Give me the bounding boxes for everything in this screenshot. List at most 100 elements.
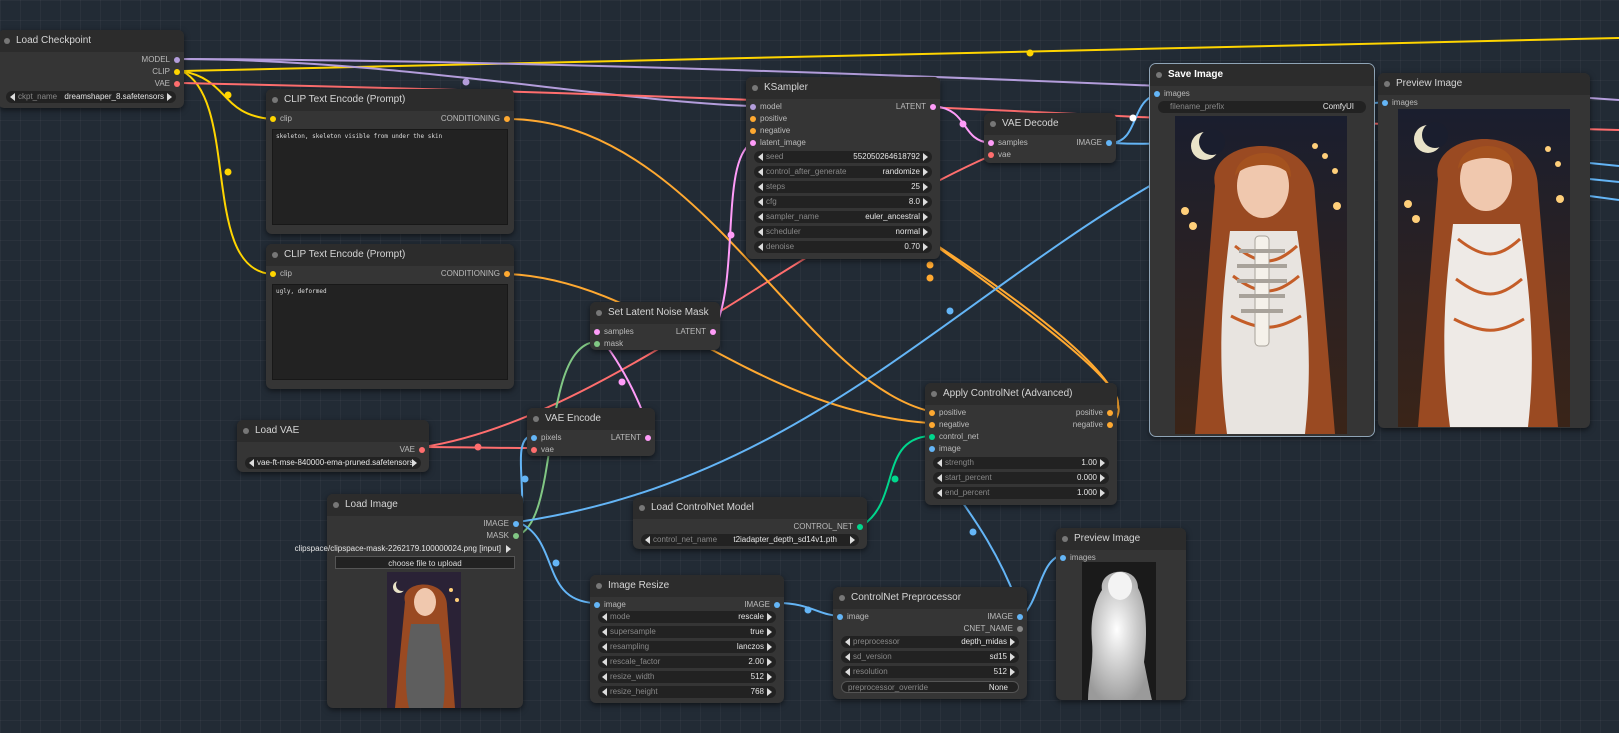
preview-image-display[interactable]	[1398, 109, 1570, 427]
widget-control-net-name[interactable]: control_net_name t2iadapter_depth_sd14v1.…	[641, 534, 859, 546]
slot-dot-icon[interactable]	[929, 434, 935, 440]
slot-dot-icon[interactable]	[750, 128, 756, 134]
widget-resampling[interactable]: resampling lanczos	[598, 641, 776, 653]
node-title[interactable]: Image Resize	[590, 575, 784, 597]
input-samples[interactable]: samples	[988, 137, 1028, 149]
arrow-left-icon[interactable]	[645, 536, 650, 544]
node-preview-image-depth[interactable]: Preview Image images	[1056, 528, 1186, 700]
node-title[interactable]: CLIP Text Encode (Prompt)	[266, 244, 514, 266]
slot-dot-icon[interactable]	[929, 446, 935, 452]
arrow-right-icon[interactable]	[506, 545, 511, 553]
arrow-left-icon[interactable]	[602, 673, 607, 681]
slot-dot-icon[interactable]	[988, 152, 994, 158]
input-image[interactable]: image	[837, 611, 869, 623]
widget-control-after-generate[interactable]: control_after_generate randomize	[754, 166, 932, 178]
collapse-dot-icon[interactable]	[596, 310, 602, 316]
input-negative[interactable]: negative	[929, 419, 969, 431]
input-image[interactable]: image	[929, 443, 961, 455]
slot-dot-icon[interactable]	[174, 69, 180, 75]
collapse-dot-icon[interactable]	[839, 595, 845, 601]
input-image[interactable]: image	[594, 599, 626, 611]
node-title[interactable]: VAE Decode	[984, 113, 1116, 135]
slot-dot-icon[interactable]	[774, 602, 780, 608]
arrow-right-icon[interactable]	[923, 168, 928, 176]
arrow-right-icon[interactable]	[767, 643, 772, 651]
widget-resolution[interactable]: resolution 512	[841, 666, 1019, 678]
widget-steps[interactable]: steps 25	[754, 181, 932, 193]
slot-dot-icon[interactable]	[1382, 100, 1388, 106]
node-set-latent-noise-mask[interactable]: Set Latent Noise Mask samples LATENT mas…	[590, 302, 720, 350]
widget-seed[interactable]: seed 552050264618792	[754, 151, 932, 163]
output-image[interactable]: IMAGE	[744, 599, 780, 611]
input-latent-image[interactable]: latent_image	[750, 137, 806, 149]
widget-cfg[interactable]: cfg 8.0	[754, 196, 932, 208]
arrow-left-icon[interactable]	[937, 459, 942, 467]
arrow-left-icon[interactable]	[845, 638, 850, 646]
widget-supersample[interactable]: supersample true	[598, 626, 776, 638]
output-image[interactable]: IMAGE	[1076, 137, 1112, 149]
arrow-right-icon[interactable]	[1100, 459, 1105, 467]
arrow-left-icon[interactable]	[602, 688, 607, 696]
arrow-left-icon[interactable]	[758, 198, 763, 206]
slot-dot-icon[interactable]	[750, 116, 756, 122]
arrow-right-icon[interactable]	[767, 658, 772, 666]
widget-resize-height[interactable]: resize_height 768	[598, 686, 776, 698]
node-title[interactable]: Apply ControlNet (Advanced)	[925, 383, 1117, 405]
collapse-dot-icon[interactable]	[1156, 72, 1162, 78]
node-title[interactable]: Load ControlNet Model	[633, 497, 867, 519]
arrow-left-icon[interactable]	[758, 213, 763, 221]
arrow-right-icon[interactable]	[850, 536, 855, 544]
input-clip[interactable]: clip	[270, 113, 292, 125]
arrow-left-icon[interactable]	[845, 668, 850, 676]
node-title[interactable]: Save Image	[1150, 64, 1374, 86]
collapse-dot-icon[interactable]	[243, 428, 249, 434]
node-title[interactable]: Preview Image	[1056, 528, 1186, 550]
arrow-left-icon[interactable]	[602, 628, 607, 636]
slot-dot-icon[interactable]	[531, 447, 537, 453]
arrow-right-icon[interactable]	[923, 243, 928, 251]
node-title[interactable]: VAE Encode	[527, 408, 655, 430]
node-vae-encode[interactable]: VAE Encode pixels LATENT vae	[527, 408, 655, 456]
slot-dot-icon[interactable]	[930, 104, 936, 110]
arrow-right-icon[interactable]	[167, 93, 172, 101]
slot-dot-icon[interactable]	[174, 57, 180, 63]
slot-dot-icon[interactable]	[750, 104, 756, 110]
slot-dot-icon[interactable]	[1107, 422, 1113, 428]
widget-sampler-name[interactable]: sampler_name euler_ancestral	[754, 211, 932, 223]
output-latent[interactable]: LATENT	[676, 326, 716, 338]
node-title[interactable]: Load Checkpoint	[0, 30, 184, 52]
collapse-dot-icon[interactable]	[752, 85, 758, 91]
widget-mode[interactable]: mode rescale	[598, 611, 776, 623]
input-vae[interactable]: vae	[531, 444, 554, 456]
output-conditioning[interactable]: CONDITIONING	[441, 268, 510, 280]
arrow-right-icon[interactable]	[767, 688, 772, 696]
node-image-resize[interactable]: Image Resize image IMAGE mode rescale sup…	[590, 575, 784, 703]
arrow-left-icon[interactable]	[602, 643, 607, 651]
input-image-thumbnail[interactable]	[387, 572, 461, 708]
input-pixels[interactable]: pixels	[531, 432, 561, 444]
slot-dot-icon[interactable]	[594, 329, 600, 335]
slot-dot-icon[interactable]	[988, 140, 994, 146]
input-vae[interactable]: vae	[988, 149, 1011, 161]
node-preview-image-top[interactable]: Preview Image images	[1378, 73, 1590, 428]
arrow-right-icon[interactable]	[923, 198, 928, 206]
node-load-image[interactable]: Load Image IMAGE MASK clipspace/clipspac…	[295, 494, 523, 708]
arrow-right-icon[interactable]	[767, 613, 772, 621]
arrow-right-icon[interactable]	[923, 228, 928, 236]
slot-dot-icon[interactable]	[513, 533, 519, 539]
input-clip[interactable]: clip	[270, 268, 292, 280]
slot-dot-icon[interactable]	[1017, 614, 1023, 620]
collapse-dot-icon[interactable]	[1062, 536, 1068, 542]
slot-dot-icon[interactable]	[837, 614, 843, 620]
input-mask[interactable]: mask	[594, 338, 623, 350]
node-vae-decode[interactable]: VAE Decode samples IMAGE vae	[984, 113, 1116, 163]
slot-dot-icon[interactable]	[504, 271, 510, 277]
slot-dot-icon[interactable]	[750, 140, 756, 146]
output-latent[interactable]: LATENT	[896, 101, 936, 113]
slot-dot-icon[interactable]	[1107, 410, 1113, 416]
collapse-dot-icon[interactable]	[533, 416, 539, 422]
node-clip-text-encode-positive[interactable]: CLIP Text Encode (Prompt) clip CONDITION…	[266, 89, 514, 234]
slot-dot-icon[interactable]	[857, 524, 863, 530]
slot-dot-icon[interactable]	[1017, 626, 1023, 632]
input-images[interactable]: images	[1154, 88, 1190, 100]
